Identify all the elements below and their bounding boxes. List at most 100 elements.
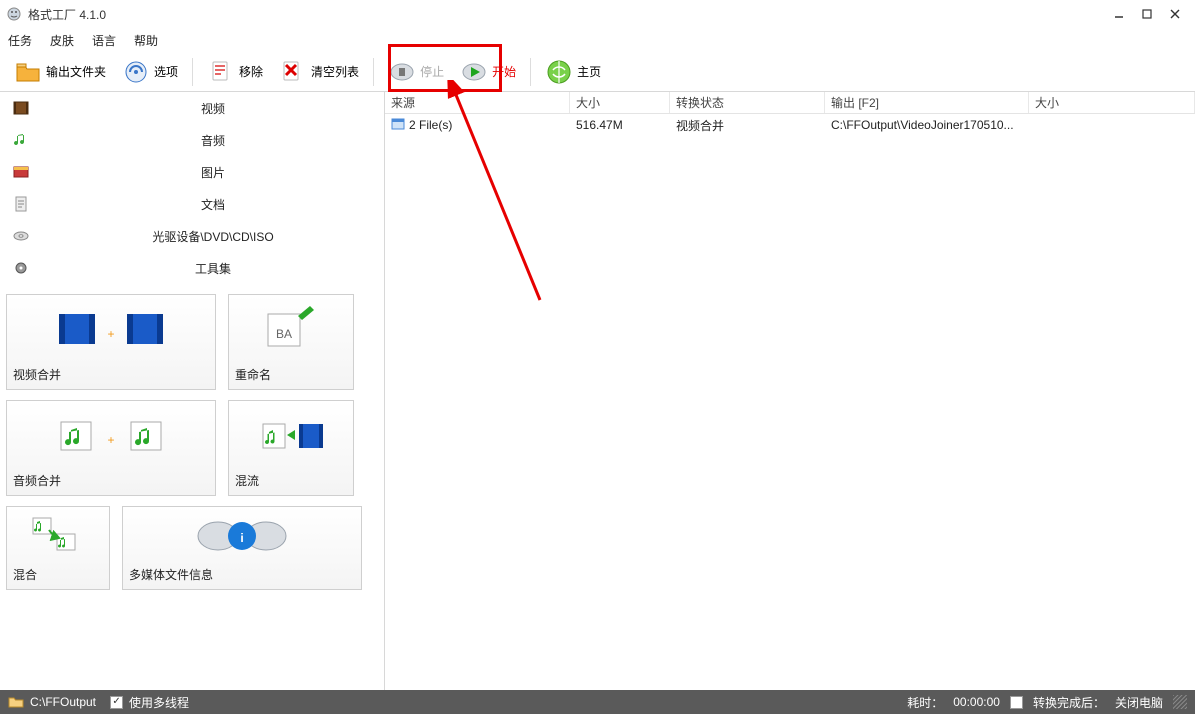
remove-label: 移除 [239, 63, 263, 80]
row-size2 [1029, 123, 1195, 127]
app-icon [6, 6, 22, 22]
disc-icon [0, 227, 42, 245]
clear-label: 清空列表 [311, 63, 359, 80]
after-value[interactable]: 关闭电脑 [1115, 694, 1163, 711]
main-area: 视频 音频 图片 文档 光驱设备\DVD\CD\ISO 工具集 [0, 92, 1195, 690]
note-icon [0, 131, 42, 149]
file-icon [391, 117, 405, 134]
multithread-checkbox[interactable] [110, 696, 123, 709]
svg-text:+: + [107, 433, 114, 447]
svg-text:i: i [240, 531, 243, 545]
tile-mix[interactable]: 混合 [6, 506, 110, 590]
remove-button[interactable]: 移除 [201, 56, 269, 88]
rename-icon: BA [229, 295, 353, 362]
row-size: 516.47M [570, 116, 670, 134]
options-button[interactable]: 选项 [116, 56, 184, 88]
home-label: 主页 [577, 63, 601, 80]
category-image[interactable]: 图片 [0, 156, 384, 188]
tile-mux[interactable]: 混流 [228, 400, 354, 496]
toolbar: 输出文件夹 选项 移除 清空列表 停止 开始 主页 [0, 52, 1195, 92]
home-button[interactable]: 主页 [539, 56, 607, 88]
elapsed-label: 耗时： [907, 694, 943, 711]
category-video[interactable]: 视频 [0, 92, 384, 124]
tile-mix-label: 混合 [7, 562, 109, 589]
video-join-icon: + [7, 295, 215, 362]
header-size[interactable]: 大小 [570, 92, 670, 113]
after-checkbox[interactable] [1010, 696, 1023, 709]
tile-rename[interactable]: BA 重命名 [228, 294, 354, 390]
statusbar: C:\FFOutput 使用多线程 耗时： 00:00:00 转换完成后： 关闭… [0, 690, 1195, 714]
multithread-label: 使用多线程 [129, 694, 189, 711]
mux-icon [229, 401, 353, 468]
home-icon [545, 58, 573, 86]
elapsed-value: 00:00:00 [953, 695, 1000, 709]
menu-help[interactable]: 帮助 [134, 32, 158, 49]
separator [530, 58, 531, 86]
list-body: 2 File(s) 516.47M 视频合并 C:\FFOutput\Video… [385, 114, 1195, 690]
start-label: 开始 [492, 63, 516, 80]
row-source: 2 File(s) [409, 118, 452, 132]
category-doc[interactable]: 文档 [0, 188, 384, 220]
tile-audio-join[interactable]: + 音频合并 [6, 400, 216, 496]
minimize-button[interactable] [1105, 2, 1133, 26]
row-state: 视频合并 [670, 115, 825, 136]
category-tools-label: 工具集 [42, 260, 384, 277]
resize-grip[interactable] [1173, 695, 1187, 709]
tile-rename-label: 重命名 [229, 362, 353, 389]
tile-video-join[interactable]: + 视频合并 [6, 294, 216, 390]
list-header: 来源 大小 转换状态 输出 [F2] 大小 [385, 92, 1195, 114]
right-panel: 来源 大小 转换状态 输出 [F2] 大小 2 File(s) 516.47M … [385, 92, 1195, 690]
clear-list-button[interactable]: 清空列表 [273, 56, 365, 88]
menu-task[interactable]: 任务 [8, 32, 32, 49]
tile-video-join-label: 视频合并 [7, 362, 215, 389]
category-audio-label: 音频 [42, 132, 384, 149]
header-size2[interactable]: 大小 [1029, 92, 1195, 113]
options-label: 选项 [154, 63, 178, 80]
output-folder-label: 输出文件夹 [46, 63, 106, 80]
menubar: 任务 皮肤 语言 帮助 [0, 28, 1195, 52]
film-icon [0, 99, 42, 117]
list-row[interactable]: 2 File(s) 516.47M 视频合并 C:\FFOutput\Video… [385, 114, 1195, 136]
category-list: 视频 音频 图片 文档 光驱设备\DVD\CD\ISO 工具集 [0, 92, 384, 284]
separator [373, 58, 374, 86]
svg-text:BA: BA [276, 327, 292, 341]
tile-media-info[interactable]: i 多媒体文件信息 [122, 506, 362, 590]
category-disc-label: 光驱设备\DVD\CD\ISO [42, 228, 384, 245]
mix-icon [7, 507, 109, 562]
tile-audio-join-label: 音频合并 [7, 468, 215, 495]
tool-tiles: + 视频合并 BA 重命名 + 音频合并 混流 [0, 284, 384, 600]
header-output[interactable]: 输出 [F2] [825, 92, 1029, 113]
after-label: 转换完成后： [1033, 694, 1105, 711]
svg-text:+: + [107, 327, 114, 341]
doc-icon [0, 195, 42, 213]
menu-skin[interactable]: 皮肤 [50, 32, 74, 49]
options-icon [122, 58, 150, 86]
picture-icon [0, 163, 42, 181]
media-info-icon: i [123, 507, 361, 562]
category-tools[interactable]: 工具集 [0, 252, 384, 284]
category-audio[interactable]: 音频 [0, 124, 384, 156]
maximize-button[interactable] [1133, 2, 1161, 26]
header-state[interactable]: 转换状态 [670, 92, 825, 113]
app-title: 格式工厂 4.1.0 [28, 6, 1105, 23]
category-disc[interactable]: 光驱设备\DVD\CD\ISO [0, 220, 384, 252]
row-output: C:\FFOutput\VideoJoiner170510... [825, 116, 1029, 134]
tile-mux-label: 混流 [229, 468, 353, 495]
menu-lang[interactable]: 语言 [92, 32, 116, 49]
start-button[interactable]: 开始 [454, 56, 522, 88]
tile-media-info-label: 多媒体文件信息 [123, 562, 361, 589]
output-folder-button[interactable]: 输出文件夹 [8, 56, 112, 88]
gear-icon [0, 259, 42, 277]
close-button[interactable] [1161, 2, 1189, 26]
stop-button[interactable]: 停止 [382, 56, 450, 88]
category-image-label: 图片 [42, 164, 384, 181]
titlebar: 格式工厂 4.1.0 [0, 0, 1195, 28]
folder-icon [14, 58, 42, 86]
start-icon [460, 58, 488, 86]
status-path[interactable]: C:\FFOutput [30, 695, 96, 709]
header-source[interactable]: 来源 [385, 92, 570, 113]
stop-label: 停止 [420, 63, 444, 80]
stop-icon [388, 58, 416, 86]
category-video-label: 视频 [42, 100, 384, 117]
folder-small-icon [8, 694, 24, 711]
